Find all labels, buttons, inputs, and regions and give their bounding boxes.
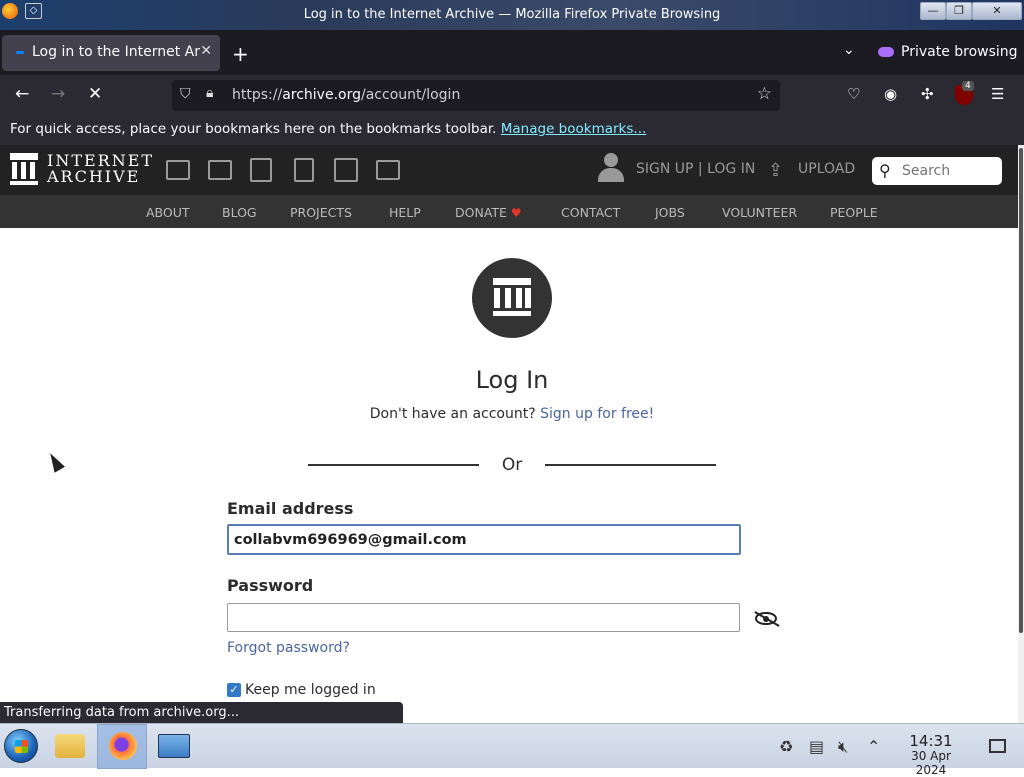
video-film-icon[interactable] [250, 158, 272, 182]
ia-top-header: INTERNET ARCHIVE SIGN UP | LOG IN ⇪ UPLO… [0, 145, 1018, 195]
taskbar: ♻ ▤ 🔇︎ ⌃ 14:31 30 Apr 2024 [0, 723, 1024, 777]
show-desktop-icon[interactable] [989, 739, 1006, 753]
status-panel: Transferring data from archive.org... [0, 702, 403, 723]
nav-people[interactable]: PEOPLE [830, 205, 878, 220]
url-bar[interactable]: ⛉ 🔒︎ https://archive.org/account/login ☆ [172, 80, 780, 111]
signup-login-link[interactable]: SIGN UP | LOG IN [636, 161, 755, 177]
close-window-button[interactable]: ✕ [972, 2, 1022, 20]
private-browsing-indicator: Private browsing [878, 44, 1018, 60]
taskbar-firefox-button[interactable] [97, 724, 147, 769]
upload-arrow-icon[interactable]: ⇪ [768, 160, 783, 181]
images-icon[interactable] [376, 160, 400, 180]
back-button[interactable]: ← [15, 84, 29, 104]
manage-bookmarks-link[interactable]: Manage bookmarks... [501, 121, 647, 137]
nav-volunteer[interactable]: VOLUNTEER [722, 205, 797, 220]
bookmark-star-icon[interactable]: ☆ [757, 84, 772, 104]
windows-flag-icon [15, 740, 28, 753]
signup-free-link[interactable]: Sign up for free! [540, 406, 654, 422]
show-password-eye-icon[interactable] [754, 611, 780, 627]
software-disk-icon[interactable] [334, 158, 358, 182]
tracking-protection-shield-icon[interactable]: ⛉ [180, 86, 191, 102]
private-mask-icon [878, 47, 894, 57]
lock-icon[interactable]: 🔒︎ [206, 85, 213, 101]
ia-wordmark-line2: ARCHIVE [47, 167, 141, 186]
firefox-icon [109, 732, 137, 760]
maximize-button[interactable]: ❐ [946, 2, 972, 20]
clock-date: 30 Apr 2024 [911, 749, 951, 777]
divider-right [545, 464, 716, 466]
ia-archive-building-icon [472, 258, 552, 338]
ia-search-input[interactable] [900, 161, 995, 181]
forward-button[interactable]: → [51, 84, 65, 104]
tray-volume-muted-icon[interactable]: 🔇︎ [838, 737, 848, 757]
private-browsing-label: Private browsing [901, 44, 1018, 60]
tab-login[interactable]: Log in to the Internet Archive ✕ [2, 35, 220, 71]
or-separator: Or [501, 455, 523, 475]
tab-title: Log in to the Internet Archive [32, 44, 200, 60]
tray-recycle-icon[interactable]: ♻ [779, 737, 793, 756]
file-explorer-icon[interactable] [55, 734, 85, 758]
start-button[interactable] [4, 729, 38, 763]
clock-time: 14:31 [909, 732, 953, 750]
password-label: Password [227, 576, 314, 595]
new-tab-button[interactable]: + [232, 42, 249, 66]
stop-button[interactable]: ✕ [88, 84, 102, 104]
ia-search-box[interactable]: ⚲ [872, 157, 1002, 185]
tray-show-hidden-chevron-icon[interactable]: ⌃ [867, 737, 880, 756]
keep-logged-in-checkbox[interactable]: ✓ [227, 683, 241, 697]
email-label: Email address [227, 499, 354, 518]
email-field[interactable] [227, 524, 741, 555]
url-text[interactable]: https://archive.org/account/login [232, 87, 460, 103]
extensions-puzzle-icon[interactable]: ✣ [921, 85, 934, 103]
keep-logged-in-label[interactable]: Keep me logged in [245, 682, 376, 698]
close-tab-icon[interactable]: ✕ [200, 43, 212, 59]
texts-book-icon[interactable] [208, 160, 232, 180]
navigation-toolbar: ← → ✕ ⛉ 🔒︎ https://archive.org/account/l… [0, 75, 1024, 115]
nav-jobs[interactable]: JOBS [655, 205, 685, 220]
nav-blog[interactable]: BLOG [222, 205, 257, 220]
minimize-button[interactable]: — [920, 2, 946, 20]
account-icon[interactable]: ◉ [884, 85, 897, 103]
bookmarks-toolbar: For quick access, place your bookmarks h… [0, 115, 1024, 145]
upload-link[interactable]: UPLOAD [798, 161, 855, 177]
hamburger-menu-icon[interactable]: ☰ [991, 85, 1004, 103]
nav-donate-label: DONATE [455, 205, 507, 220]
ublock-badge-count: 4 [962, 81, 974, 91]
window-title: Log in to the Internet Archive — Mozilla… [303, 7, 721, 22]
pocket-icon[interactable]: ♡ [847, 85, 860, 103]
ia-logo-icon[interactable] [10, 153, 38, 185]
web-archive-icon[interactable] [166, 160, 190, 180]
ia-wordmark[interactable]: INTERNET ARCHIVE [47, 153, 154, 185]
nav-projects[interactable]: PROJECTS [290, 205, 352, 220]
list-all-tabs-chevron-icon[interactable]: ⌄ [843, 42, 855, 58]
forgot-password-link[interactable]: Forgot password? [227, 640, 350, 656]
no-account-text: Don't have an account? [369, 406, 536, 422]
network-app-icon[interactable] [158, 734, 190, 758]
password-field[interactable] [227, 603, 740, 632]
status-text: Transferring data from archive.org... [4, 705, 239, 720]
mouse-cursor-icon [45, 450, 65, 473]
search-icon[interactable]: ⚲ [879, 161, 891, 180]
taskbar-clock[interactable]: 14:31 30 Apr 2024 [895, 733, 967, 777]
ia-nav-bar: ABOUT BLOG PROJECTS HELP DONATE ♥ CONTAC… [0, 195, 1018, 228]
window-titlebar: ◇ Log in to the Internet Archive — Mozil… [0, 0, 1024, 30]
nav-about[interactable]: ABOUT [146, 205, 190, 220]
nav-help[interactable]: HELP [389, 205, 421, 220]
heart-icon: ♥ [510, 206, 522, 220]
tray-clipboard-icon[interactable]: ▤ [809, 737, 824, 756]
bookmarks-message: For quick access, place your bookmarks h… [10, 121, 497, 137]
tab-strip: Log in to the Internet Archive ✕ [0, 30, 1024, 75]
divider-left [308, 464, 479, 466]
nav-contact[interactable]: CONTACT [561, 205, 620, 220]
audio-speaker-icon[interactable] [294, 158, 314, 182]
loading-favicon-icon [16, 51, 24, 54]
nav-donate[interactable]: DONATE ♥ [455, 205, 522, 220]
signup-prompt: Don't have an account? Sign up for free! [0, 406, 1024, 422]
page-title: Log In [475, 366, 549, 394]
